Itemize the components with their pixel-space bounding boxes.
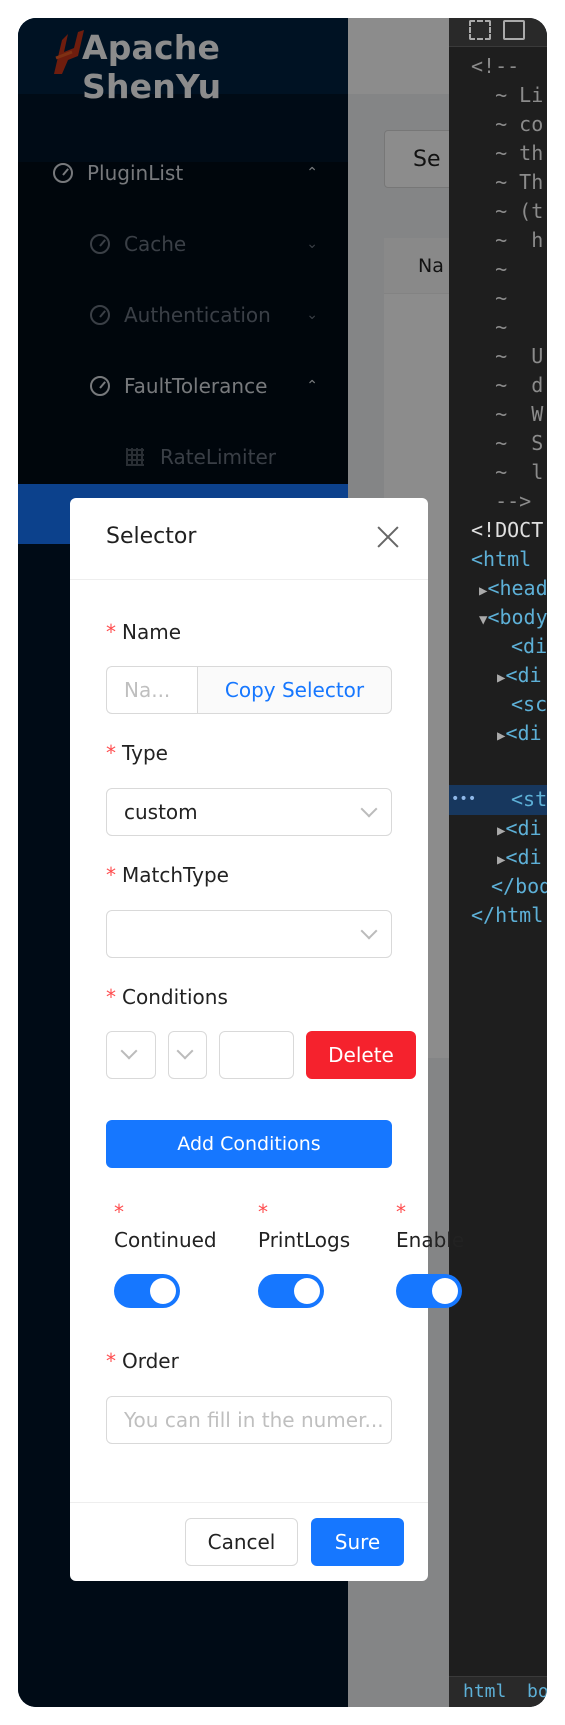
chevron-down-icon	[360, 922, 378, 940]
required-mark: *	[396, 1200, 406, 1224]
close-icon[interactable]	[376, 525, 400, 549]
name-label: * Name	[106, 620, 182, 644]
app-window: Apache ShenYu PluginList ⌃ Cache ⌄ Authe…	[18, 18, 547, 1707]
required-mark: *	[106, 985, 116, 1009]
printlogs-switch-group: * PrintLogs	[258, 1200, 351, 1308]
code-div-node[interactable]: ▶<di	[497, 814, 542, 846]
code-div-node[interactable]: <di	[511, 632, 547, 661]
condition-param-type-select[interactable]	[106, 1031, 156, 1079]
device-toolbar-icon[interactable]	[503, 20, 525, 40]
code-doctype[interactable]: <!DOCT	[471, 516, 543, 545]
more-dots-icon[interactable]: •••	[451, 785, 476, 814]
printlogs-label: PrintLogs	[258, 1228, 351, 1252]
code-div-node[interactable]: ▶<di	[497, 843, 542, 875]
required-mark: *	[258, 1200, 268, 1224]
selector-modal: Selector * Name Na... Copy Selector * Type…	[70, 498, 464, 1581]
devtools-breadcrumb: html bo	[449, 1676, 547, 1707]
code-body-close: </bod	[491, 874, 547, 898]
add-conditions-button[interactable]: Add Conditions	[106, 1120, 392, 1168]
code-line: ~ d	[471, 373, 544, 397]
required-mark: *	[114, 1200, 124, 1224]
enable-label: Enable	[396, 1228, 465, 1252]
code-line: ~ co	[471, 112, 544, 136]
order-input-placeholder: You can fill in the numer...	[124, 1408, 384, 1432]
order-label: * Order	[106, 1349, 179, 1373]
code-line: ~	[471, 315, 508, 339]
code-line: ~ l	[471, 460, 544, 484]
enable-toggle[interactable]	[396, 1274, 462, 1308]
code-line: ~	[471, 286, 508, 310]
breadcrumb-body[interactable]: bo	[527, 1681, 547, 1702]
code-line: ~ h	[471, 228, 544, 252]
code-html-close: </html	[471, 903, 544, 927]
code-line: ~ U	[471, 344, 544, 368]
devtools-panel: <!-- ~ Li ~ co ~ th ~ Th ~ (t ~ h ~ ~ ~ …	[449, 18, 547, 1707]
chevron-down-icon	[360, 800, 378, 818]
code-div-node[interactable]: ▶<di	[497, 661, 542, 693]
code-div-node[interactable]: ▶<di	[497, 719, 542, 751]
type-select-value: custom	[124, 800, 198, 824]
continued-toggle[interactable]	[114, 1274, 180, 1308]
code-line: ~ Th	[471, 170, 544, 194]
modal-title: Selector	[106, 524, 197, 549]
code-line: ~	[471, 257, 508, 281]
modal-footer-divider	[70, 1502, 428, 1503]
matchtype-label: * MatchType	[106, 863, 229, 887]
continued-label: Continued	[114, 1228, 217, 1252]
name-input[interactable]: Na...	[106, 666, 197, 714]
devtools-toolbar	[449, 18, 547, 47]
code-style-node[interactable]: <st	[511, 785, 547, 814]
type-select[interactable]: custom	[106, 788, 392, 836]
code-html-tag[interactable]: <html	[471, 545, 531, 574]
code-line: -->	[471, 489, 532, 513]
code-line: ~ Li	[471, 83, 544, 107]
enable-switch-group: * Enable	[396, 1200, 465, 1308]
code-line: ~ (t	[471, 199, 544, 223]
code-head-node[interactable]: ▶<head	[479, 574, 547, 606]
code-script-node[interactable]: <sc	[511, 690, 547, 719]
continued-switch-group: * Continued	[114, 1200, 217, 1308]
condition-operator-select[interactable]	[168, 1031, 207, 1079]
required-mark: *	[106, 620, 116, 644]
required-mark: *	[106, 1349, 116, 1373]
code-line: ~ W	[471, 402, 544, 426]
code-line: ~ th	[471, 141, 544, 165]
type-label: * Type	[106, 741, 168, 765]
code-body-node[interactable]: ▼<body	[479, 603, 547, 635]
breadcrumb-html[interactable]: html	[463, 1681, 506, 1702]
modal-header: Selector	[70, 498, 428, 580]
inspect-element-icon[interactable]	[469, 20, 491, 40]
printlogs-toggle[interactable]	[258, 1274, 324, 1308]
cancel-button[interactable]: Cancel	[185, 1518, 298, 1566]
conditions-label: * Conditions	[106, 985, 228, 1009]
matchtype-select[interactable]	[106, 910, 392, 958]
chevron-down-icon	[120, 1042, 138, 1060]
chevron-down-icon	[176, 1042, 194, 1060]
sure-button[interactable]: Sure	[311, 1518, 404, 1566]
copy-selector-button[interactable]: Copy Selector	[197, 666, 392, 714]
code-line: ~ S	[471, 431, 544, 455]
required-mark: *	[106, 741, 116, 765]
condition-value-input[interactable]	[219, 1031, 294, 1079]
required-mark: *	[106, 863, 116, 887]
order-input[interactable]: You can fill in the numer...	[106, 1396, 392, 1444]
code-line: <!--	[471, 54, 520, 78]
delete-condition-button[interactable]: Delete	[306, 1031, 416, 1079]
